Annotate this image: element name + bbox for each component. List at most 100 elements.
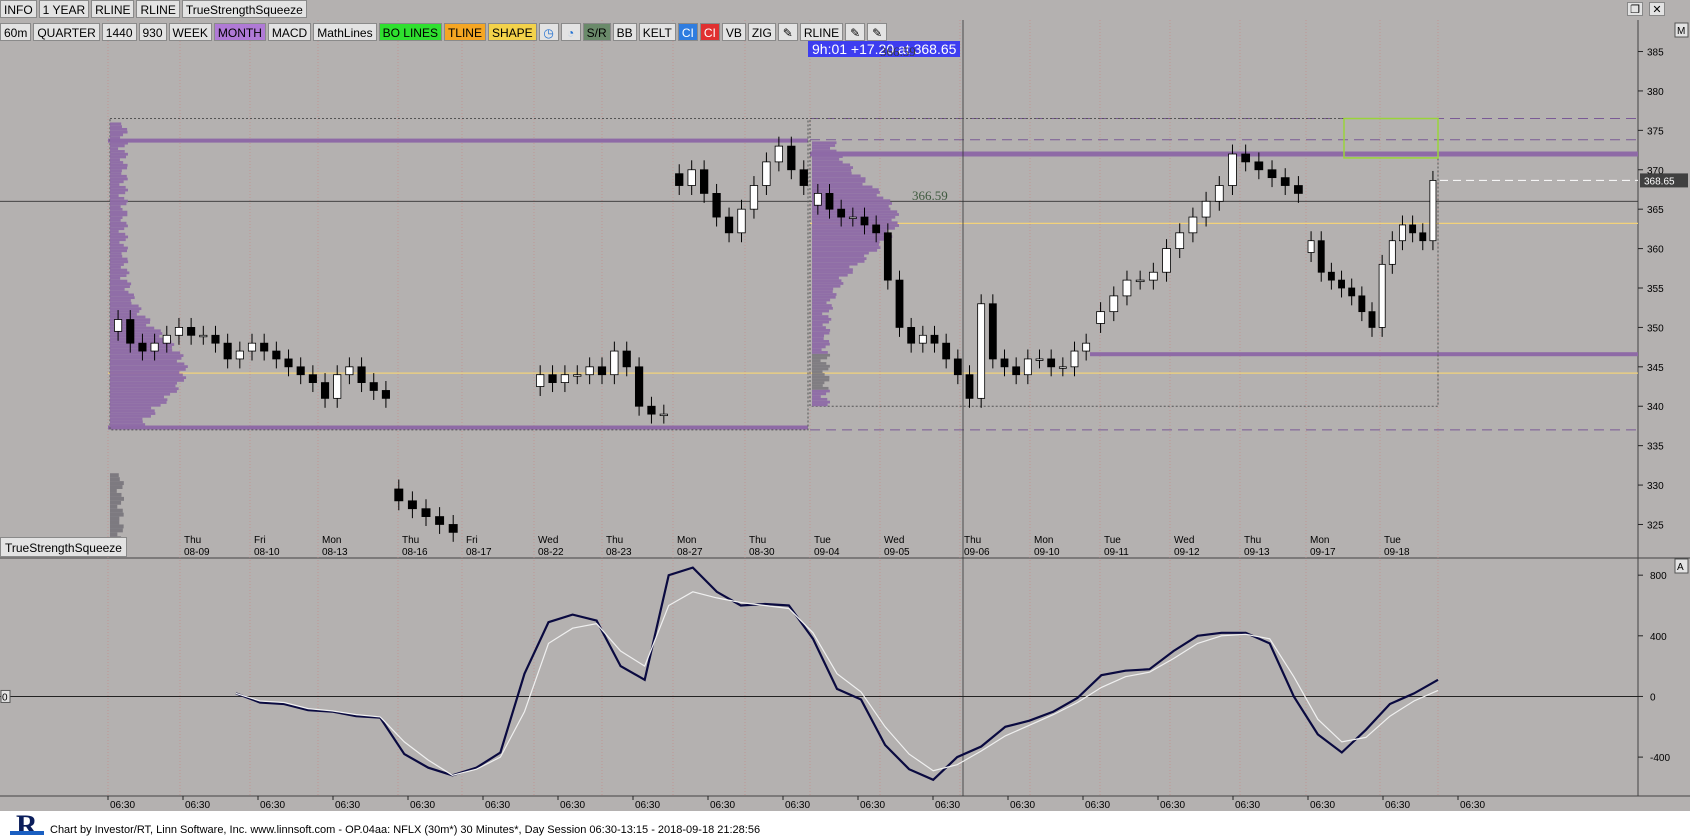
candle — [988, 303, 997, 360]
candle — [825, 193, 834, 210]
time-tick-label: 06:30 — [410, 800, 435, 811]
volume-profile-bar — [812, 370, 823, 374]
toolbar-button-930[interactable]: 930 — [138, 23, 167, 41]
volume-profile-bar — [110, 417, 143, 421]
candle — [308, 374, 317, 383]
volume-profile-bar — [110, 274, 127, 277]
lower-volume-profile-bar — [110, 496, 124, 501]
volume-profile-bar — [812, 356, 828, 360]
toolbar-button-kelt[interactable]: KELT — [638, 23, 676, 41]
volume-profile-bar — [812, 328, 831, 332]
lower-volume-profile-bar — [110, 532, 118, 537]
volume-profile-bar — [110, 241, 120, 244]
toolbar-button-1440[interactable]: 1440 — [101, 23, 137, 41]
toolbar-button-mathlines[interactable]: MathLines — [313, 23, 377, 41]
volume-profile-bar — [110, 144, 125, 148]
candle — [1294, 185, 1303, 194]
candle — [536, 374, 545, 387]
candle — [659, 413, 668, 417]
volume-profile-bar — [110, 243, 124, 247]
candle — [187, 327, 196, 336]
time-tick-label: 06:30 — [710, 800, 735, 811]
august-volume-profile — [110, 122, 188, 426]
last-price-tag: 368.65 — [1644, 176, 1675, 187]
volume-profile-bar — [110, 133, 124, 137]
day-label: Mon — [677, 535, 696, 546]
volume-profile-bar — [110, 359, 177, 363]
indicator-label[interactable]: TrueStrengthSqueeze — [0, 537, 127, 557]
toolbar-tools: 60m QUARTER 1440 930 WEEK MONTH MACD MathLines B… — [0, 23, 889, 43]
toolbar-button-s-r[interactable]: S/R — [582, 23, 611, 41]
day-label: Tue — [1104, 535, 1121, 546]
candle — [1082, 342, 1091, 352]
volume-profile-bar — [110, 199, 128, 203]
candle — [320, 382, 330, 399]
volume-profile-bar — [812, 306, 833, 310]
candle — [296, 366, 305, 376]
pencil-icon[interactable]: ✎ — [777, 23, 798, 41]
toolbar-button-rline[interactable]: RLINE — [136, 0, 180, 18]
toolbar-button-tline[interactable]: TLINE — [443, 23, 486, 41]
volume-profile-bar — [110, 219, 121, 222]
stopwatch-icon[interactable]: ◔ — [560, 23, 581, 41]
candle — [1399, 224, 1406, 242]
volume-profile-bar — [110, 392, 171, 396]
volume-profile-bar — [812, 334, 825, 338]
time-tick-label: 06:30 — [485, 800, 510, 811]
toolbar-button-1-year[interactable]: 1 YEAR — [38, 0, 90, 18]
volume-profile-bar — [110, 403, 161, 407]
pencil-icon[interactable]: ✎ — [845, 23, 866, 41]
candle — [560, 374, 570, 383]
pencil-icon[interactable]: ✎ — [867, 23, 888, 41]
volume-profile-bar — [812, 312, 823, 316]
volume-profile-bar — [110, 122, 122, 126]
volume-profile-bar — [812, 304, 832, 307]
volume-profile-bar — [812, 386, 829, 390]
candle — [597, 366, 607, 376]
time-tick-label: 06:30 — [560, 800, 585, 811]
volume-profile-bar — [110, 312, 137, 316]
toolbar-button-60m[interactable]: 60m — [0, 23, 32, 41]
toolbar-button-bb[interactable]: BB — [612, 23, 637, 41]
volume-profile-bar — [812, 273, 848, 277]
chart-area[interactable]: 3253303353403453503553603653703753803853… — [0, 0, 1690, 837]
toolbar-button-rline[interactable]: RLINE — [91, 0, 135, 18]
close-icon[interactable]: ✕ — [1649, 2, 1665, 16]
date-label: 09-12 — [1174, 547, 1200, 558]
candle — [1317, 240, 1325, 273]
toolbar-button-macd[interactable]: MACD — [267, 23, 312, 41]
volume-profile-bar — [812, 199, 891, 203]
toolbar-button-shape[interactable]: SHAPE — [487, 23, 537, 41]
toolbar-button-month[interactable]: MONTH — [213, 23, 266, 41]
indicator-tick-label: 800 — [1650, 571, 1667, 582]
time-tick-label: 06:30 — [1160, 800, 1185, 811]
toolbar-button-quarter[interactable]: QUARTER — [33, 23, 100, 41]
date-label: 09-13 — [1244, 547, 1270, 558]
candle — [1368, 311, 1376, 328]
toolbar-button-ci[interactable]: CI — [677, 23, 698, 41]
volume-profile-bar — [110, 387, 179, 391]
clock-icon[interactable]: ◷ — [538, 23, 559, 41]
toolbar-button-info[interactable]: INFO — [0, 0, 37, 18]
volume-profile-bar — [812, 400, 830, 404]
volume-profile-bar — [812, 237, 889, 241]
volume-profile-bar — [110, 299, 131, 302]
volume-profile-bar — [110, 188, 128, 192]
restore-icon[interactable]: ❐ — [1627, 2, 1643, 16]
volume-profile-bar — [110, 180, 124, 184]
candle — [345, 366, 354, 376]
toolbar-button-week[interactable]: WEEK — [168, 23, 212, 41]
candle — [381, 390, 390, 399]
toolbar-button-ci[interactable]: CI — [699, 23, 720, 41]
toolbar-button-bo-lines[interactable]: BO LINES — [378, 23, 442, 41]
volume-profile-bar — [812, 226, 895, 230]
toolbar-button-rline[interactable]: RLINE — [799, 23, 844, 41]
volume-profile-bar — [110, 147, 119, 151]
time-tick-label: 06:30 — [935, 800, 960, 811]
toolbar-button-zig[interactable]: ZIG — [747, 23, 776, 41]
volume-profile-bar — [110, 307, 142, 311]
toolbar-button-vb[interactable]: VB — [721, 23, 746, 41]
volume-profile-bar — [110, 282, 132, 286]
toolbar-button-truestrengthsqueeze[interactable]: TrueStrengthSqueeze — [181, 0, 307, 18]
volume-profile-bar — [812, 309, 829, 313]
